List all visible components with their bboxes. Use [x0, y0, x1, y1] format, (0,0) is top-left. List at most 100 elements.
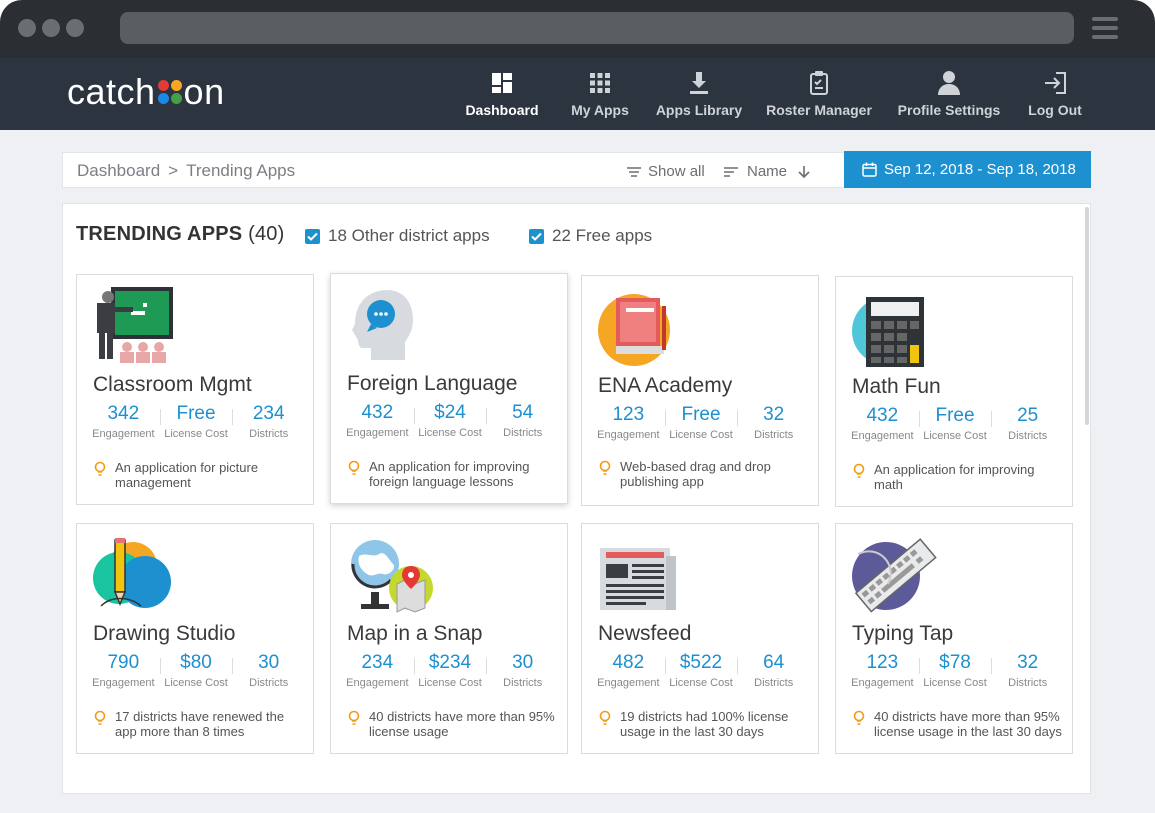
app-stats: 790 Engagement $80 License Cost 30 District…: [87, 652, 305, 689]
app-stats: 482 Engagement $522 License Cost 64 Distric…: [592, 652, 810, 689]
districts-label: Districts: [503, 677, 543, 689]
license-cost-value: Free: [935, 405, 975, 426]
districts-value: 234: [252, 403, 285, 424]
free-apps-checkbox[interactable]: 22 Free apps: [529, 226, 652, 246]
app-card-map-in-a-snap[interactable]: Map in a Snap 234 Engagement $234 License …: [330, 523, 568, 754]
app-card-foreign-language[interactable]: Foreign Language 432 Engagement $24 Licens…: [330, 273, 568, 504]
nav-dashboard[interactable]: Dashboard: [463, 70, 541, 122]
logo[interactable]: catch on: [67, 71, 225, 112]
window-maximize-dot[interactable]: [66, 19, 84, 37]
districts-label: Districts: [249, 677, 289, 689]
engagement-value: 234: [361, 652, 394, 673]
license-cost-value: $234: [428, 652, 472, 673]
license-cost-label: License Cost: [164, 428, 228, 440]
book-icon: [598, 294, 670, 366]
panel-title-text: TRENDING APPS: [76, 223, 243, 245]
nav-profile-settings[interactable]: Profile Settings: [896, 70, 1002, 122]
lightbulb-icon: [853, 463, 865, 478]
panel-scrollbar[interactable]: [1085, 207, 1089, 425]
districts-label: Districts: [249, 428, 289, 440]
nav-apps-library[interactable]: Apps Library: [654, 70, 744, 122]
nav-label: Profile Settings: [897, 102, 1001, 118]
engagement-value: 123: [612, 404, 645, 425]
browser-chrome: [0, 0, 1155, 58]
logo-text-right: on: [183, 71, 225, 112]
breadcrumb: Dashboard > Trending Apps Show all Name: [62, 152, 844, 188]
districts-label: Districts: [1008, 677, 1048, 689]
app-card-math-fun[interactable]: Math Fun 432 Engagement Free License Cost …: [835, 276, 1073, 507]
app-description-text: 17 districts have renewed the app more t…: [115, 709, 285, 739]
license-cost-value: Free: [681, 404, 721, 425]
app-description: An application for improving math: [852, 462, 1062, 492]
app-name: Math Fun: [852, 375, 941, 398]
lightbulb-icon: [348, 710, 360, 725]
app-name: Typing Tap: [852, 622, 954, 645]
nav-label: Apps Library: [655, 102, 743, 118]
license-cost-label: License Cost: [418, 427, 482, 439]
license-cost-value: $80: [180, 652, 212, 673]
app-name: Newsfeed: [598, 622, 692, 645]
keyboard-icon: [852, 538, 937, 613]
show-all-filter[interactable]: Show all: [626, 163, 705, 180]
app-stats: 123 Engagement $78 License Cost 32 District…: [846, 652, 1064, 689]
nav-my-apps[interactable]: My Apps: [567, 70, 633, 122]
license-cost-label: License Cost: [418, 677, 482, 689]
license-cost-label: License Cost: [923, 677, 987, 689]
app-card-newsfeed[interactable]: Newsfeed 482 Engagement $522 License Cost …: [581, 523, 819, 754]
browser-menu-icon[interactable]: [1092, 17, 1118, 39]
other-district-apps-checkbox[interactable]: 18 Other district apps: [305, 226, 490, 246]
speech-head-icon: [352, 290, 413, 360]
nav-log-out[interactable]: Log Out: [1025, 70, 1085, 122]
app-stats: 123 Engagement Free License Cost 32 Distric…: [592, 404, 810, 441]
app-description-text: 40 districts have more than 95% license …: [369, 709, 555, 739]
districts-value: 30: [258, 652, 280, 673]
app-card-typing-tap[interactable]: Typing Tap 123 Engagement $78 License Cost…: [835, 523, 1073, 754]
lightbulb-icon: [853, 710, 865, 725]
checkbox-label: 22 Free apps: [552, 226, 653, 245]
engagement-label: Engagement: [346, 427, 409, 439]
app-stats: 234 Engagement $234 License Cost 30 Distric…: [341, 652, 559, 689]
app-name: Drawing Studio: [93, 622, 236, 645]
show-all-label: Show all: [648, 163, 705, 180]
app-description: An application for improving foreign lan…: [347, 459, 557, 489]
app-description-text: An application for picture management: [115, 460, 259, 490]
logo-dots-icon: [157, 80, 182, 104]
nav-roster-manager[interactable]: Roster Manager: [765, 70, 873, 122]
checkbox-label: 18 Other district apps: [328, 226, 490, 245]
engagement-value: 123: [866, 652, 899, 673]
lightbulb-icon: [599, 460, 611, 475]
app-description-text: Web-based drag and drop publishing app: [620, 459, 771, 489]
app-stats: 432 Engagement Free License Cost 25 Distric…: [846, 405, 1064, 442]
engagement-label: Engagement: [92, 677, 155, 689]
app-name: Classroom Mgmt: [93, 373, 252, 396]
window-minimize-dot[interactable]: [42, 19, 60, 37]
globe-map-icon: [351, 540, 433, 613]
districts-label: Districts: [1008, 430, 1048, 442]
lightbulb-icon: [94, 710, 106, 725]
districts-label: Districts: [754, 677, 794, 689]
engagement-value: 432: [866, 405, 899, 426]
app-description-text: An application for improving foreign lan…: [369, 459, 530, 489]
app-description: 17 districts have renewed the app more t…: [93, 709, 303, 739]
app-card-drawing-studio[interactable]: Drawing Studio 790 Engagement $80 License …: [76, 523, 314, 754]
districts-value: 32: [1017, 652, 1039, 673]
app-card-classroom-mgmt[interactable]: Classroom Mgmt 342 Engagement Free License…: [76, 274, 314, 505]
checkbox-checked-icon: [305, 228, 320, 244]
download-icon: [690, 72, 708, 94]
breadcrumb-separator: >: [168, 161, 179, 180]
license-cost-value: $78: [939, 652, 971, 673]
sort-by-name[interactable]: Name: [723, 163, 811, 180]
date-range-button[interactable]: Sep 12, 2018 - Sep 18, 2018: [844, 151, 1091, 188]
breadcrumb-root-link[interactable]: Dashboard: [77, 161, 160, 180]
user-icon: [938, 71, 960, 95]
address-bar[interactable]: [120, 12, 1074, 44]
license-cost-label: License Cost: [669, 677, 733, 689]
districts-value: 25: [1017, 405, 1039, 426]
app-card-ena-academy[interactable]: ENA Academy 123 Engagement Free License Co…: [581, 275, 819, 506]
date-range-label: Sep 12, 2018 - Sep 18, 2018: [884, 161, 1076, 178]
app-description: An application for picture management: [93, 460, 303, 490]
districts-value: 64: [763, 652, 785, 673]
nav-label: Log Out: [1028, 102, 1082, 118]
window-close-dot[interactable]: [18, 19, 36, 37]
nav-label: Dashboard: [465, 102, 539, 118]
